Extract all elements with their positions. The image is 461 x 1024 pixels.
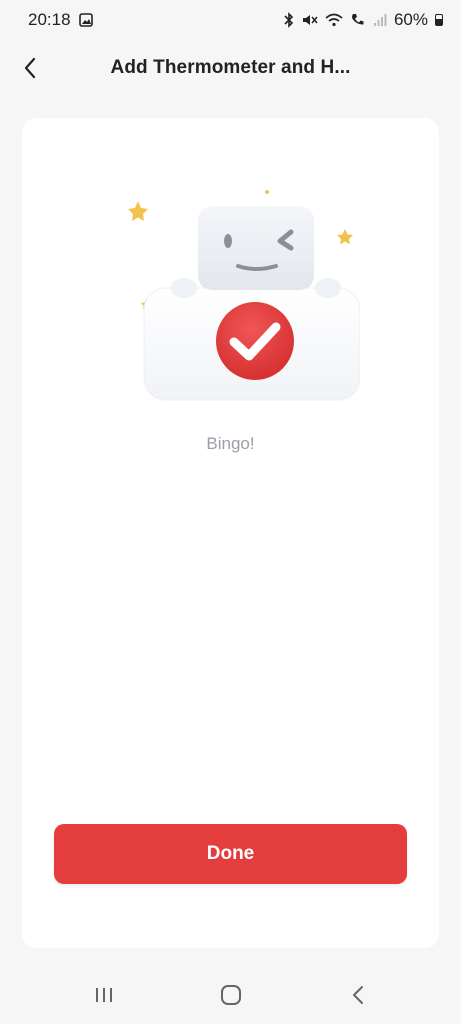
robot-success-icon bbox=[110, 186, 361, 416]
recent-apps-icon bbox=[95, 988, 112, 1002]
content-card: Bingo! Done bbox=[22, 118, 439, 948]
bluetooth-icon bbox=[283, 12, 295, 28]
home-icon bbox=[220, 985, 241, 1005]
star-icon bbox=[128, 201, 148, 221]
done-button[interactable]: Done bbox=[54, 824, 407, 884]
status-right: 60% bbox=[283, 10, 443, 30]
wifi-icon bbox=[325, 13, 343, 27]
image-icon bbox=[78, 13, 93, 27]
app-header: Add Thermometer and H... bbox=[0, 40, 461, 96]
chevron-left-icon bbox=[24, 57, 36, 79]
signal-icon bbox=[373, 13, 387, 27]
battery-percent: 60% bbox=[393, 10, 428, 29]
status-left: 20:18 bbox=[28, 10, 93, 30]
star-icon bbox=[337, 229, 353, 245]
back-button[interactable] bbox=[14, 52, 46, 84]
recent-apps-button[interactable] bbox=[74, 973, 134, 1017]
system-nav-bar bbox=[0, 966, 461, 1024]
call-icon bbox=[350, 13, 366, 27]
status-time: 20:18 bbox=[28, 10, 71, 29]
system-back-button[interactable] bbox=[328, 973, 388, 1017]
page-title: Add Thermometer and H... bbox=[110, 57, 351, 78]
star-icon bbox=[265, 190, 269, 194]
status-bar: 20:18 60% bbox=[0, 0, 461, 40]
back-icon bbox=[352, 986, 363, 1004]
battery-icon bbox=[435, 14, 443, 26]
status-text: Bingo! bbox=[206, 434, 255, 453]
home-button[interactable] bbox=[201, 973, 261, 1017]
mute-icon bbox=[302, 13, 318, 27]
